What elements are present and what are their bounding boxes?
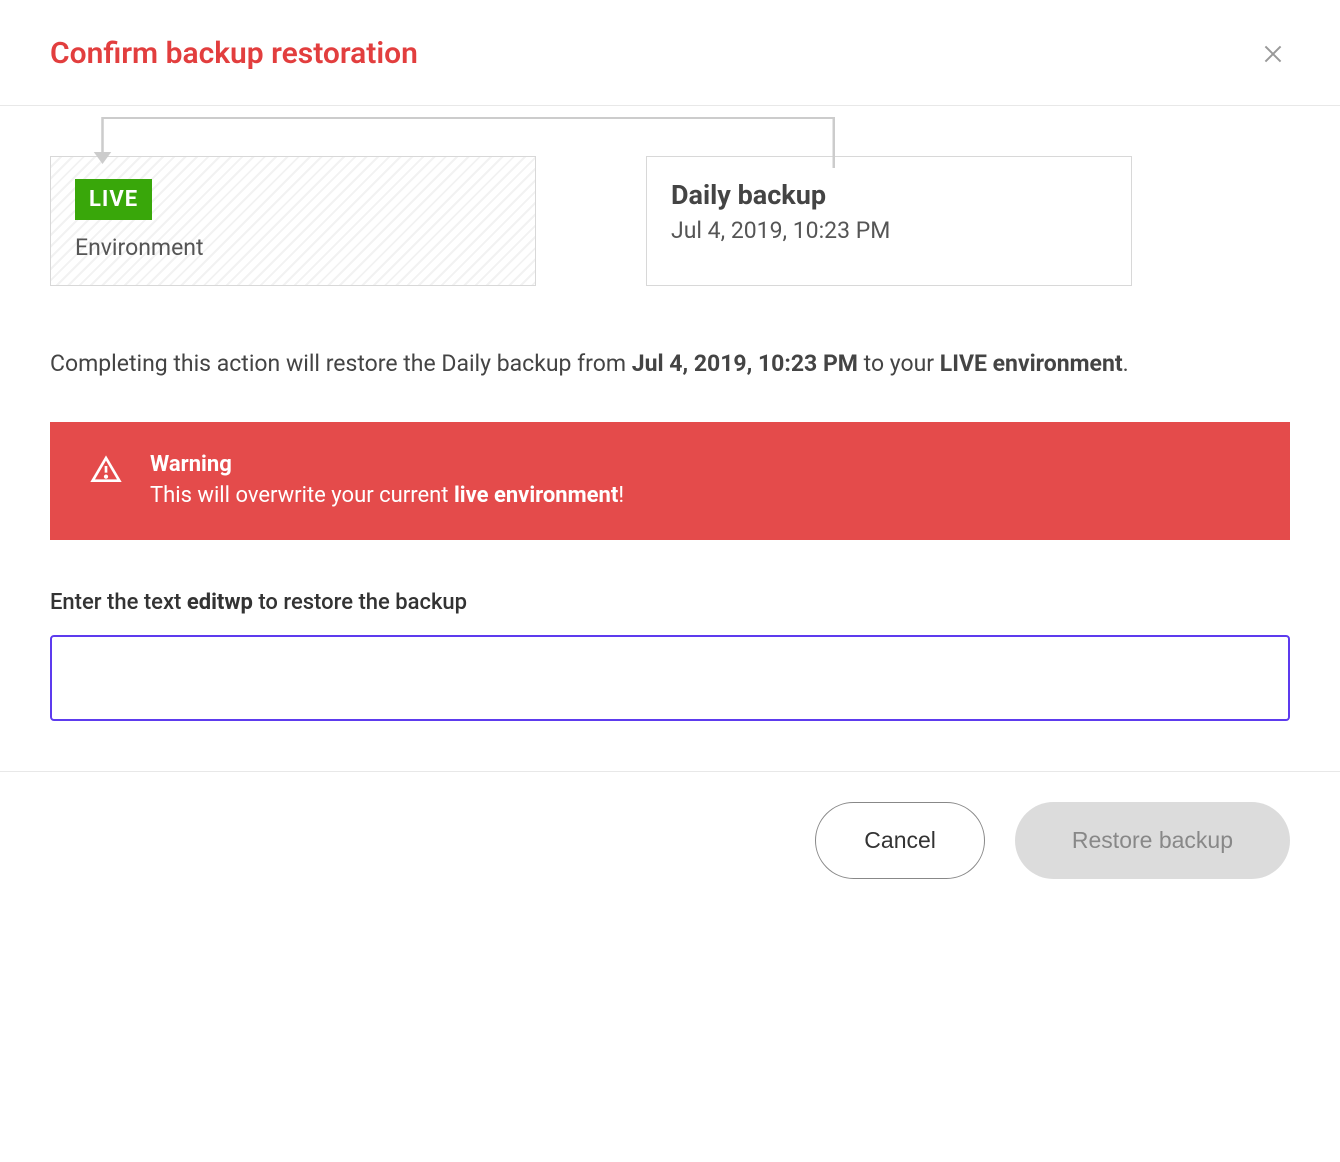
desc-text-middle: to your [858, 350, 940, 377]
close-button[interactable] [1256, 37, 1290, 71]
restore-description: Completing this action will restore the … [50, 346, 1290, 382]
desc-text-suffix: . [1123, 350, 1129, 377]
restore-button[interactable]: Restore backup [1015, 802, 1290, 879]
backup-flow-row: LIVE Environment Daily backup Jul 4, 201… [50, 156, 1290, 286]
environment-label: Environment [75, 234, 511, 261]
cancel-button[interactable]: Cancel [815, 802, 985, 879]
warning-message: This will overwrite your current live en… [150, 483, 624, 508]
dialog-header: Confirm backup restoration [0, 0, 1340, 106]
warning-icon [90, 454, 122, 490]
live-badge: LIVE [75, 179, 152, 220]
confirm-label-prefix: Enter the text [50, 590, 187, 615]
warning-title: Warning [150, 452, 624, 477]
environment-card: LIVE Environment [50, 156, 536, 286]
dialog-body: LIVE Environment Daily backup Jul 4, 201… [0, 106, 1340, 771]
warning-msg-prefix: This will overwrite your current [150, 483, 454, 508]
dialog-footer: Cancel Restore backup [0, 771, 1340, 929]
desc-text-prefix: Completing this action will restore the … [50, 350, 632, 377]
desc-env: LIVE environment [940, 350, 1123, 377]
warning-content: Warning This will overwrite your current… [150, 452, 624, 508]
backup-timestamp: Jul 4, 2019, 10:23 PM [671, 217, 1107, 244]
confirm-input[interactable] [50, 635, 1290, 721]
close-icon [1260, 41, 1286, 67]
confirm-label-suffix: to restore the backup [253, 590, 467, 615]
backup-title: Daily backup [671, 179, 1107, 211]
warning-msg-suffix: ! [618, 483, 624, 508]
flow-arrow [90, 108, 840, 168]
warning-msg-bold: live environment [454, 483, 618, 508]
confirm-keyword: editwp [187, 590, 253, 615]
desc-date: Jul 4, 2019, 10:23 PM [632, 350, 858, 377]
dialog-title: Confirm backup restoration [50, 36, 418, 71]
backup-card: Daily backup Jul 4, 2019, 10:23 PM [646, 156, 1132, 286]
confirm-label: Enter the text editwp to restore the bac… [50, 590, 1290, 615]
warning-banner: Warning This will overwrite your current… [50, 422, 1290, 540]
restore-backup-dialog: Confirm backup restoration LIVE Environm… [0, 0, 1340, 929]
